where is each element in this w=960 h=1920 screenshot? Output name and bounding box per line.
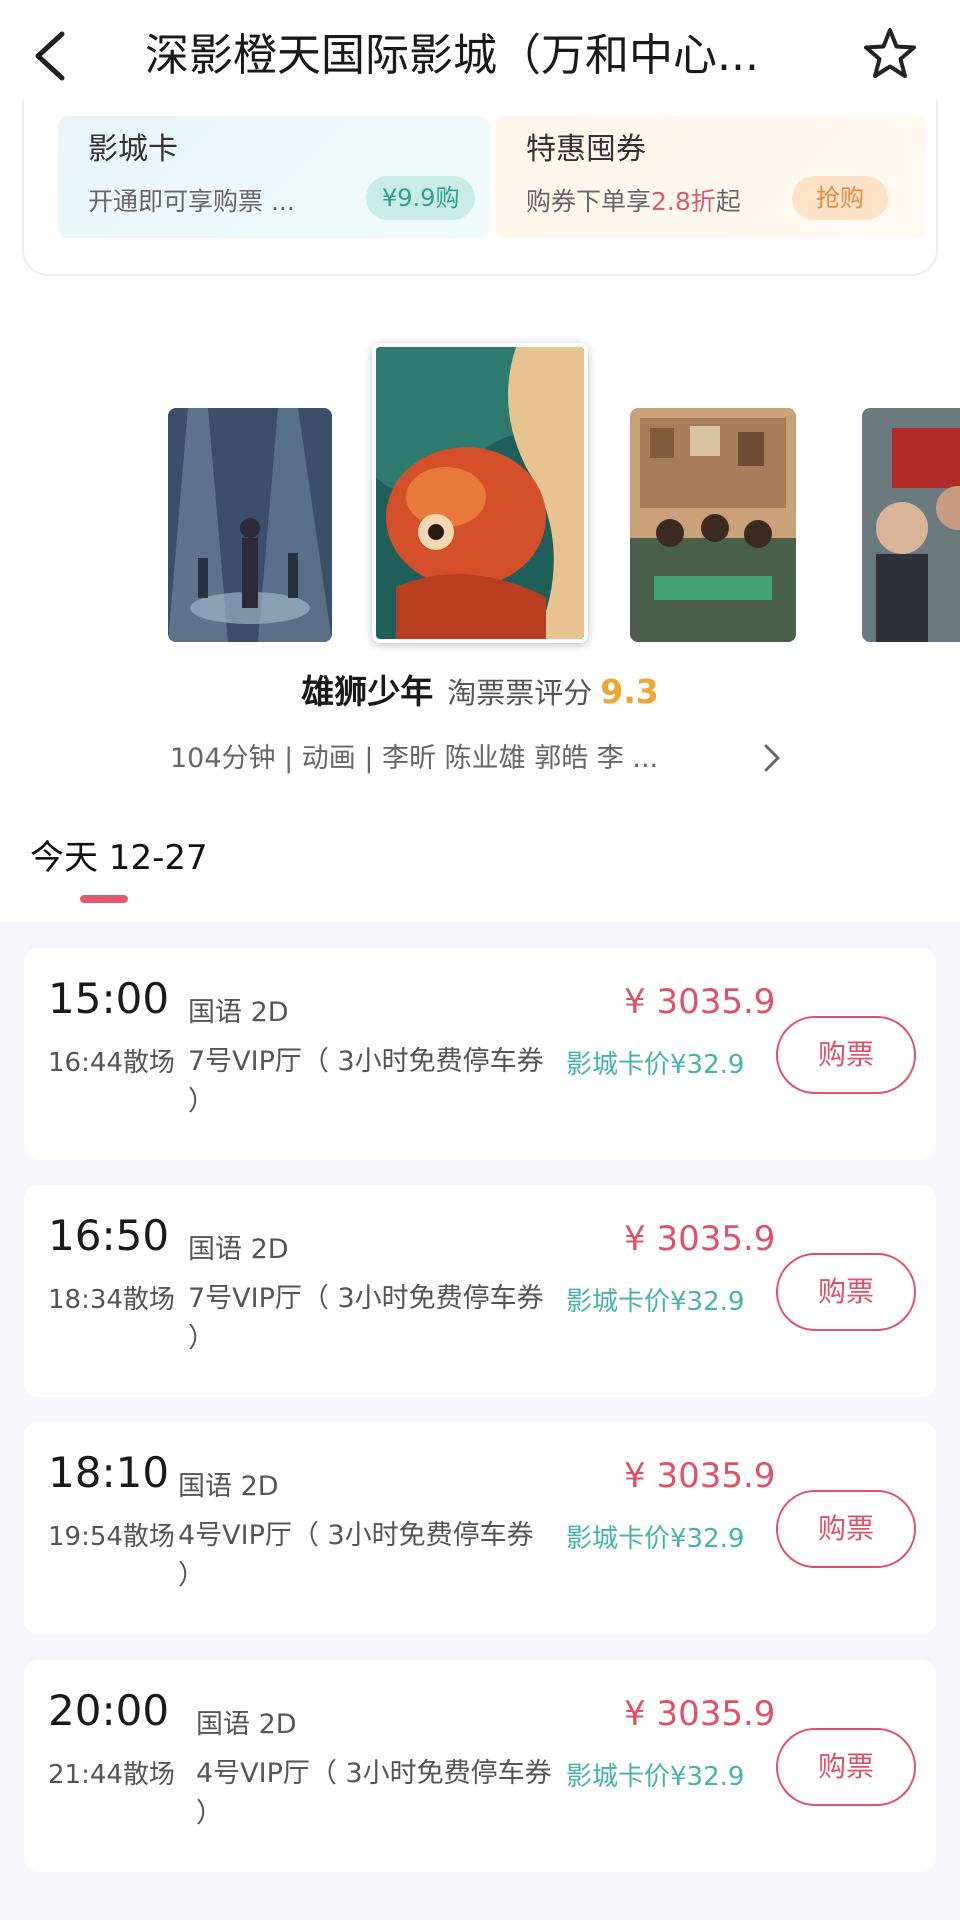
start-time: 18:10: [48, 1448, 170, 1497]
star-outline-icon: [864, 28, 916, 78]
movie-poster[interactable]: [630, 408, 796, 642]
date-tab-indicator: [80, 895, 128, 903]
movie-poster-selected[interactable]: [372, 343, 588, 643]
buy-ticket-button[interactable]: 购票: [776, 1016, 916, 1094]
movie-poster[interactable]: [168, 408, 332, 642]
back-button[interactable]: [30, 28, 80, 84]
buy-ticket-button[interactable]: 购票: [776, 1490, 916, 1568]
ticket-price: ¥ 3035.9: [624, 1219, 776, 1259]
promo-desc-prefix: 购券下单享: [526, 187, 652, 216]
movie-name: 雄狮少年: [301, 672, 434, 711]
movie-title-line: 雄狮少年 淘票票评分 9.3: [0, 668, 960, 717]
showtime-card[interactable]: 18:10 19:54散场 国语 2D 4号VIP厅（ 3小时免费停车券 ） ¥…: [24, 1422, 936, 1634]
rating-value: 9.3: [600, 672, 659, 711]
cinema-card-promo[interactable]: 影城卡 开通即可享购票 ... ¥9.9购: [58, 116, 490, 238]
hall-name: 4号VIP厅（ 3小时免费停车券 ）: [196, 1758, 552, 1829]
card-price: 影城卡价¥32.9: [566, 1050, 745, 1080]
ticket-price: ¥ 3035.9: [624, 982, 776, 1022]
favorite-button[interactable]: [862, 26, 922, 86]
promo-desc: 购券下单享2.8折起: [526, 182, 741, 218]
promo-desc: 开通即可享购票 ...: [88, 187, 295, 216]
end-time: 18:34散场: [48, 1285, 175, 1315]
page-title: 深影橙天国际影城（万和中心...: [145, 30, 759, 81]
promo-card: 影城卡 开通即可享购票 ... ¥9.9购 特惠囤券 购券下单享2.8折起 抢购: [22, 100, 938, 276]
chevron-right-icon[interactable]: [760, 740, 784, 776]
promo-title: 特惠囤券: [526, 132, 646, 167]
buy-ticket-button[interactable]: 购票: [776, 1728, 916, 1806]
card-price: 影城卡价¥32.9: [566, 1287, 745, 1317]
coupon-grab-button[interactable]: 抢购: [792, 176, 888, 220]
language-format: 国语 2D: [188, 997, 289, 1028]
cinema-card-buy-button[interactable]: ¥9.9购: [366, 176, 476, 220]
end-time: 19:54散场: [48, 1522, 175, 1552]
showtime-card[interactable]: 16:50 18:34散场 国语 2D 7号VIP厅（ 3小时免费停车券 ） ¥…: [24, 1185, 936, 1397]
promo-desc-suffix: 起: [715, 187, 741, 216]
rating-label: 淘票票评分: [447, 676, 593, 710]
card-price: 影城卡价¥32.9: [566, 1524, 745, 1554]
date-tab-today[interactable]: 今天 12-27: [30, 830, 208, 879]
hall-name: 4号VIP厅（ 3小时免费停车券 ）: [178, 1520, 534, 1591]
promo-discount: 2.8折: [651, 187, 716, 216]
start-time: 15:00: [48, 974, 170, 1023]
coupon-promo[interactable]: 特惠囤券 购券下单享2.8折起 抢购: [496, 116, 926, 238]
poster-image: [862, 408, 960, 642]
ticket-price: ¥ 3035.9: [624, 1456, 776, 1496]
showtime-card[interactable]: 15:00 16:44散场 国语 2D 7号VIP厅（ 3小时免费停车券 ） ¥…: [24, 948, 936, 1160]
movie-poster[interactable]: [862, 408, 960, 642]
promo-title: 影城卡: [88, 132, 178, 167]
ticket-price: ¥ 3035.9: [624, 1694, 776, 1734]
end-time: 16:44散场: [48, 1048, 175, 1078]
hall-name: 7号VIP厅（ 3小时免费停车券 ）: [188, 1046, 544, 1117]
language-format: 国语 2D: [178, 1471, 279, 1502]
poster-image: [630, 408, 796, 642]
poster-image: [376, 347, 584, 639]
top-bar: 深影橙天国际影城（万和中心...: [0, 0, 960, 115]
language-format: 国语 2D: [196, 1709, 297, 1740]
end-time: 21:44散场: [48, 1760, 175, 1790]
poster-image: [168, 408, 332, 642]
chevron-left-icon: [35, 31, 65, 81]
start-time: 20:00: [48, 1686, 170, 1735]
hall-name: 7号VIP厅（ 3小时免费停车券 ）: [188, 1283, 544, 1354]
language-format: 国语 2D: [188, 1234, 289, 1265]
showtime-card[interactable]: 20:00 21:44散场 国语 2D 4号VIP厅（ 3小时免费停车券 ） ¥…: [24, 1660, 936, 1872]
buy-ticket-button[interactable]: 购票: [776, 1253, 916, 1331]
start-time: 16:50: [48, 1211, 170, 1260]
card-price: 影城卡价¥32.9: [566, 1762, 745, 1792]
movie-meta[interactable]: 104分钟 | 动画 | 李昕 陈业雄 郭皓 李 ...: [170, 736, 750, 775]
